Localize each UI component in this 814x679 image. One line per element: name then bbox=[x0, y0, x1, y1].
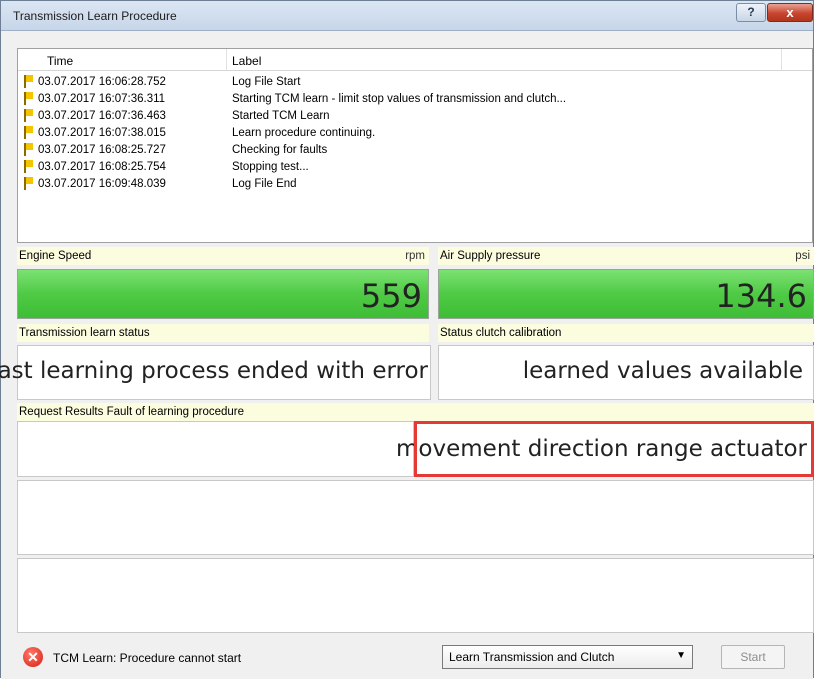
fault-panel-left bbox=[17, 421, 414, 477]
log-label: Log File End bbox=[232, 178, 297, 190]
trans-status-value: last learning process ended with error bbox=[0, 358, 428, 384]
clutch-status-caption: Status clutch calibration bbox=[438, 324, 814, 342]
mode-select[interactable]: Learn Transmission and Clutch ▼ bbox=[442, 645, 693, 669]
flag-icon bbox=[24, 143, 34, 156]
log-label: Started TCM Learn bbox=[232, 110, 330, 122]
flag-icon bbox=[24, 109, 34, 122]
log-time: 03.07.2017 16:08:25.727 bbox=[38, 144, 166, 156]
trans-status-label: Transmission learn status bbox=[19, 327, 150, 339]
trans-status-display: last learning process ended with error bbox=[0, 345, 431, 400]
log-time: 03.07.2017 16:09:48.039 bbox=[38, 178, 166, 190]
log-label: Starting TCM learn - limit stop values o… bbox=[232, 93, 567, 105]
column-header-time[interactable]: Time bbox=[47, 54, 73, 68]
log-row[interactable]: 03.07.2017 16:09:48.039 Log File End bbox=[18, 176, 812, 193]
log-time: 03.07.2017 16:06:28.752 bbox=[38, 76, 166, 88]
log-row[interactable]: 03.07.2017 16:08:25.754 Stopping test... bbox=[18, 159, 812, 176]
close-button[interactable]: x bbox=[767, 3, 813, 22]
flag-icon bbox=[24, 160, 34, 173]
log-row[interactable]: 03.07.2017 16:08:25.727 Checking for fau… bbox=[18, 142, 812, 159]
log-header: Time Label bbox=[18, 49, 812, 71]
engine-speed-unit: rpm bbox=[405, 250, 425, 262]
status-bar: ✕ TCM Learn: Procedure cannot start Lear… bbox=[1, 637, 813, 679]
fault-label: Request Results Fault of learning proced… bbox=[19, 406, 245, 418]
trans-status-caption: Transmission learn status bbox=[17, 324, 429, 342]
log-label: Log File Start bbox=[232, 76, 301, 88]
fault-caption: Request Results Fault of learning proced… bbox=[17, 403, 814, 421]
air-supply-unit: psi bbox=[795, 250, 810, 262]
empty-panel-1 bbox=[17, 480, 814, 555]
clutch-status-display: learned values available bbox=[438, 345, 814, 400]
log-label: Stopping test... bbox=[232, 161, 309, 173]
log-time: 03.07.2017 16:07:36.311 bbox=[38, 93, 166, 105]
column-header-label[interactable]: Label bbox=[232, 54, 261, 68]
status-message: TCM Learn: Procedure cannot start bbox=[53, 651, 242, 665]
flag-icon bbox=[24, 75, 34, 88]
help-button[interactable]: ? bbox=[736, 3, 766, 22]
log-label: Learn procedure continuing. bbox=[232, 127, 376, 139]
log-list[interactable]: Time Label 03.07.2017 16:06:28.752 Log F… bbox=[17, 48, 813, 243]
engine-speed-display: 559 bbox=[17, 269, 429, 319]
log-row[interactable]: 03.07.2017 16:07:36.463 Started TCM Lear… bbox=[18, 108, 812, 125]
empty-panel-2 bbox=[17, 558, 814, 633]
log-row[interactable]: 03.07.2017 16:06:28.752 Log File Start bbox=[18, 74, 812, 91]
air-supply-display: 134.6 bbox=[438, 269, 814, 319]
log-time: 03.07.2017 16:08:25.754 bbox=[38, 161, 166, 173]
log-row[interactable]: 03.07.2017 16:07:36.311 Starting TCM lea… bbox=[18, 91, 812, 108]
dialog-window: Transmission Learn Procedure ? x Time La… bbox=[0, 0, 814, 679]
start-button[interactable]: Start bbox=[721, 645, 785, 669]
flag-icon bbox=[24, 177, 34, 190]
flag-icon bbox=[24, 126, 34, 139]
log-time: 03.07.2017 16:07:38.015 bbox=[38, 127, 166, 139]
chevron-down-icon[interactable]: ▼ bbox=[676, 650, 686, 661]
clutch-status-label: Status clutch calibration bbox=[440, 327, 562, 339]
window-title: Transmission Learn Procedure bbox=[13, 9, 177, 23]
error-icon: ✕ bbox=[23, 647, 43, 667]
engine-speed-caption: Engine Speed rpm bbox=[17, 247, 429, 265]
title-bar: Transmission Learn Procedure ? x bbox=[1, 1, 813, 31]
log-label: Checking for faults bbox=[232, 144, 328, 156]
log-time: 03.07.2017 16:07:36.463 bbox=[38, 110, 166, 122]
mode-select-value: Learn Transmission and Clutch bbox=[449, 650, 615, 664]
engine-speed-value: 559 bbox=[360, 277, 422, 315]
air-supply-caption: Air Supply pressure psi bbox=[438, 247, 814, 265]
log-row[interactable]: 03.07.2017 16:07:38.015 Learn procedure … bbox=[18, 125, 812, 142]
clutch-status-value: learned values available bbox=[522, 358, 803, 384]
highlight-box bbox=[414, 421, 814, 477]
air-supply-label: Air Supply pressure bbox=[440, 250, 541, 262]
engine-speed-label: Engine Speed bbox=[19, 250, 92, 262]
air-supply-value: 134.6 bbox=[715, 277, 807, 315]
flag-icon bbox=[24, 92, 34, 105]
